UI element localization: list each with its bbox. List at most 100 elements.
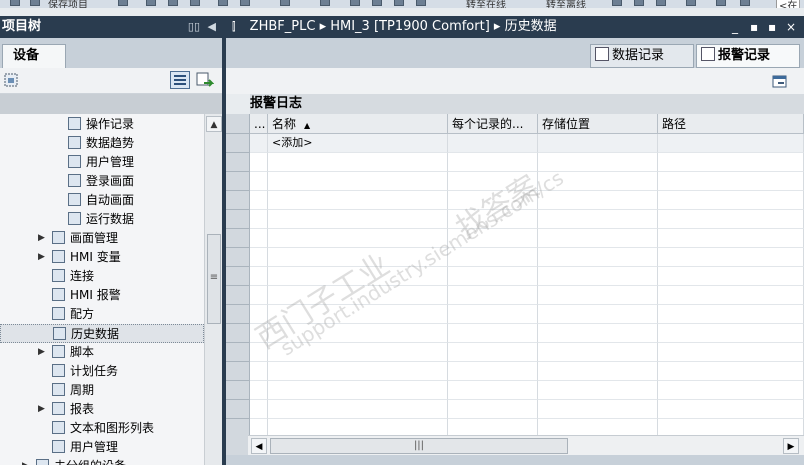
- expand-arrow-icon[interactable]: ▶: [38, 343, 45, 362]
- table-cell[interactable]: [448, 267, 538, 286]
- tree-item[interactable]: HMI 报警: [0, 286, 204, 305]
- table-cell[interactable]: [538, 229, 658, 248]
- table-cell[interactable]: [250, 229, 268, 248]
- tree-item[interactable]: 操作记录: [0, 115, 204, 134]
- split-horizontal-icon[interactable]: [656, 0, 666, 6]
- breadcrumb-project[interactable]: ZHBF_PLC: [250, 19, 316, 34]
- column-header[interactable]: 路径: [658, 114, 804, 134]
- table-cell[interactable]: [538, 362, 658, 381]
- column-header[interactable]: 每个记录的...: [448, 114, 538, 134]
- table-cell[interactable]: [250, 191, 268, 210]
- table-cell[interactable]: [658, 267, 804, 286]
- table-cell[interactable]: [658, 343, 804, 362]
- tab-alarm-logs[interactable]: 报警记录: [696, 44, 800, 68]
- table-cell[interactable]: [268, 286, 448, 305]
- collapse-left-arrow-icon[interactable]: ◀: [208, 16, 216, 38]
- table-cell[interactable]: [538, 267, 658, 286]
- table-cell[interactable]: [250, 305, 268, 324]
- project-tree-scrollbar[interactable]: ▲ ≡: [204, 114, 222, 465]
- table-cell[interactable]: [658, 286, 804, 305]
- table-cell[interactable]: [250, 267, 268, 286]
- table-cell[interactable]: [250, 134, 268, 153]
- table-cell[interactable]: [448, 172, 538, 191]
- table-cell[interactable]: [658, 381, 804, 400]
- table-cell[interactable]: [538, 153, 658, 172]
- close-icon[interactable]: ×: [786, 16, 796, 38]
- table-cell[interactable]: [448, 153, 538, 172]
- table-cell[interactable]: [268, 210, 448, 229]
- pin-icon[interactable]: ⫿: [232, 20, 236, 33]
- column-header[interactable]: 存储位置: [538, 114, 658, 134]
- table-cell[interactable]: [268, 343, 448, 362]
- scroll-right-button[interactable]: ▶: [783, 438, 799, 454]
- table-cell[interactable]: [268, 191, 448, 210]
- open-folder-icon[interactable]: [10, 0, 20, 6]
- row-handle[interactable]: [226, 134, 250, 153]
- save-project-button[interactable]: 保存项目: [48, 0, 88, 8]
- tree-item[interactable]: 计划任务: [0, 362, 204, 381]
- tree-item[interactable]: 登录画面: [0, 172, 204, 191]
- download-icon[interactable]: [350, 0, 360, 6]
- table-cell[interactable]: [250, 286, 268, 305]
- row-handle[interactable]: [226, 419, 250, 435]
- tree-item[interactable]: 历史数据: [0, 324, 204, 343]
- go-offline-button[interactable]: 转至离线: [546, 0, 586, 8]
- expand-arrow-icon[interactable]: ▶: [38, 400, 45, 419]
- maximize-icon[interactable]: ▪: [768, 16, 776, 38]
- table-cell[interactable]: [538, 324, 658, 343]
- table-cell[interactable]: [658, 248, 804, 267]
- table-cell[interactable]: [448, 305, 538, 324]
- table-cell[interactable]: [250, 172, 268, 191]
- expand-arrow-icon[interactable]: ▶: [38, 229, 45, 248]
- list-view-icon[interactable]: [170, 71, 190, 89]
- row-handle[interactable]: [226, 210, 250, 229]
- table-cell[interactable]: [538, 419, 658, 435]
- delete-icon[interactable]: [218, 0, 228, 6]
- table-cell[interactable]: [250, 324, 268, 343]
- split-editor-vertical-icon[interactable]: [740, 0, 750, 6]
- tree-item[interactable]: ▶ 画面管理: [0, 229, 204, 248]
- row-handle[interactable]: [226, 362, 250, 381]
- table-cell[interactable]: [538, 248, 658, 267]
- tree-item[interactable]: 用户管理: [0, 438, 204, 457]
- table-cell[interactable]: [448, 324, 538, 343]
- paste-icon[interactable]: [190, 0, 200, 6]
- table-cell[interactable]: [268, 324, 448, 343]
- table-cell[interactable]: [658, 362, 804, 381]
- row-handle[interactable]: [226, 286, 250, 305]
- tree-item[interactable]: ▶ 脚本: [0, 343, 204, 362]
- table-cell[interactable]: [250, 400, 268, 419]
- table-cell[interactable]: [268, 229, 448, 248]
- tree-item[interactable]: 运行数据: [0, 210, 204, 229]
- tree-item[interactable]: 连接: [0, 267, 204, 286]
- table-cell[interactable]: [268, 172, 448, 191]
- table-cell[interactable]: [538, 210, 658, 229]
- row-handle[interactable]: [226, 191, 250, 210]
- table-cell[interactable]: [448, 362, 538, 381]
- table-cell[interactable]: [268, 267, 448, 286]
- tree-item[interactable]: 配方: [0, 305, 204, 324]
- table-cell[interactable]: [448, 248, 538, 267]
- table-cell[interactable]: [448, 134, 538, 153]
- table-cell[interactable]: [250, 343, 268, 362]
- row-handle[interactable]: [226, 267, 250, 286]
- tree-item[interactable]: 用户管理: [0, 153, 204, 172]
- table-cell[interactable]: [658, 305, 804, 324]
- cut-icon[interactable]: [146, 0, 156, 6]
- table-cell[interactable]: [448, 286, 538, 305]
- table-cell[interactable]: [658, 134, 804, 153]
- row-handle[interactable]: [226, 248, 250, 267]
- search-input[interactable]: <在: [776, 0, 801, 8]
- tree-item[interactable]: ▶ HMI 变量: [0, 248, 204, 267]
- table-cell[interactable]: [268, 248, 448, 267]
- scroll-left-button[interactable]: ◀: [251, 438, 267, 454]
- table-cell[interactable]: [658, 419, 804, 435]
- table-cell[interactable]: [448, 229, 538, 248]
- table-cell[interactable]: [250, 153, 268, 172]
- tree-item[interactable]: 数据趋势: [0, 134, 204, 153]
- table-cell[interactable]: [268, 381, 448, 400]
- stop-icon[interactable]: [416, 0, 426, 6]
- table-cell[interactable]: [268, 419, 448, 435]
- properties-icon[interactable]: [772, 74, 788, 89]
- tab-devices[interactable]: 设备: [2, 44, 66, 68]
